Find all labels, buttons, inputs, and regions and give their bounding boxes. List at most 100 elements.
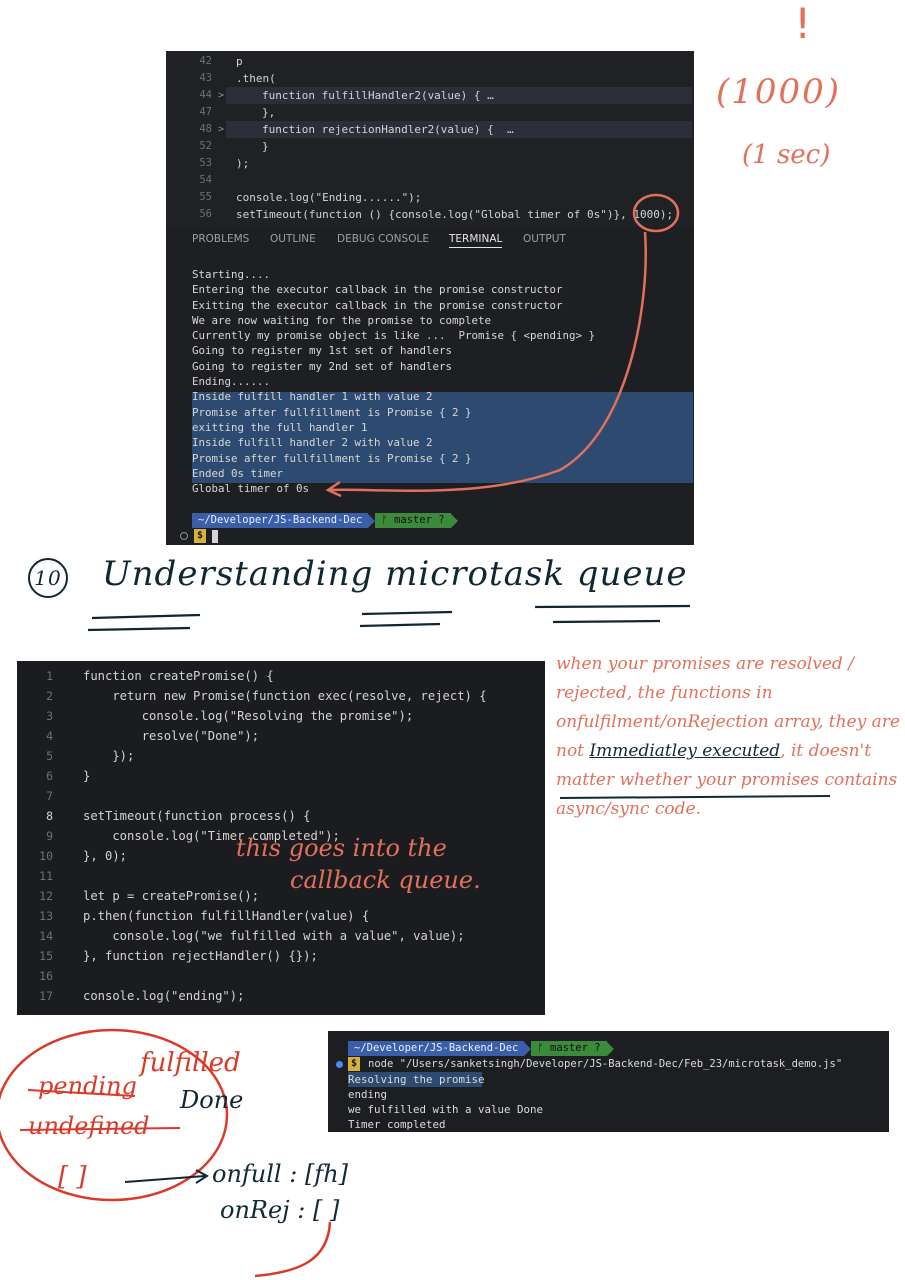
tab-terminal[interactable]: TERMINAL <box>449 233 503 248</box>
line-number: 44 <box>199 89 212 101</box>
panel-tabs: PROBLEMS OUTLINE DEBUG CONSOLE TERMINAL … <box>166 229 694 253</box>
command-line: $ node "/Users/sanketsingh/Developer/JS-… <box>336 1057 842 1071</box>
shell-input-line[interactable]: $ <box>180 528 219 544</box>
underline-mark <box>359 610 453 628</box>
annotation-onfull: onfull : [fh] <box>212 1160 349 1188</box>
annotation-side-note: when your promises are resolved / reject… <box>556 650 901 824</box>
terminal-output[interactable]: Starting.... Entering the executor callb… <box>192 267 694 496</box>
terminal-line: Promise after fullfillment is Promise { … <box>192 405 472 419</box>
line-number: 16 <box>39 969 53 983</box>
code-line: }, <box>262 106 276 119</box>
tab-problems[interactable]: PROBLEMS <box>192 233 249 245</box>
terminal-line: Entering the executor callback in the pr… <box>192 283 563 297</box>
code-line: console.log("Resolving the promise"); <box>83 709 414 723</box>
terminal-line: Going to register my 1st set of handlers <box>192 344 453 358</box>
line-number: 12 <box>39 889 53 903</box>
annotation-state: Done <box>180 1086 244 1114</box>
line-number: 55 <box>199 191 212 203</box>
section-number: 10 <box>28 558 68 598</box>
terminal-bottom[interactable]: ~/Developer/JS-Backend-Dec ᚠ master ? $ … <box>328 1031 889 1132</box>
terminal-line: exitting the full handler 1 <box>192 420 368 434</box>
annotation-onrej: onRej : [ ] <box>220 1196 340 1224</box>
shell-prompt: ~/Developer/JS-Backend-Dec ᚠ master ? <box>192 513 458 528</box>
terminal-line: Ending...... <box>192 375 271 389</box>
line-number: 52 <box>199 140 212 152</box>
prompt-separator-icon <box>450 513 458 528</box>
terminal-line: Currently my promise object is like ... … <box>192 329 596 343</box>
line-number: 11 <box>39 869 53 883</box>
code-line: } <box>262 140 269 153</box>
git-branch: ᚠ master ? <box>375 513 451 528</box>
annotation-state: pending <box>38 1072 137 1100</box>
line-number: 5 <box>46 749 53 763</box>
line-number: 15 <box>39 949 53 963</box>
tab-outline[interactable]: OUTLINE <box>270 233 316 245</box>
underline-mark <box>534 604 691 624</box>
code-line: function fulfillHandler2(value) { … <box>262 89 494 102</box>
terminal-line: Ended 0s timer <box>192 466 284 480</box>
code-line: } <box>83 769 91 783</box>
prompt-separator-icon <box>524 1041 532 1056</box>
annotation-state: fulfilled <box>140 1048 241 1078</box>
annotation-callback-note: callback queue. <box>290 866 481 894</box>
line-number: 14 <box>39 929 53 943</box>
line-number: 10 <box>39 849 53 863</box>
annotation-state: undefined <box>28 1112 150 1140</box>
line-number: 1 <box>46 669 53 683</box>
output-line: ending <box>348 1088 388 1101</box>
terminal-line: Starting.... <box>192 268 271 281</box>
terminal-line: Exitting the executor callback in the pr… <box>192 298 563 312</box>
code-line: p <box>236 55 243 68</box>
code-line: setTimeout(function process() { <box>83 809 311 823</box>
prompt-symbol: $ <box>348 1057 361 1071</box>
line-number: 13 <box>39 909 53 923</box>
annotation-ms: (1000) <box>716 72 842 112</box>
prompt-path: ~/Developer/JS-Backend-Dec <box>348 1041 525 1056</box>
line-number: 42 <box>199 55 212 67</box>
line-number: 6 <box>46 769 53 783</box>
tab-debug-console[interactable]: DEBUG CONSOLE <box>337 233 429 245</box>
arrow-mark <box>254 1221 332 1278</box>
code-line: }); <box>83 749 135 763</box>
prompt-separator-icon <box>606 1041 614 1056</box>
line-number: 9 <box>46 829 53 843</box>
terminal-line: Global timer of 0s <box>192 482 310 496</box>
output-line: we fulfilled with a value Done <box>348 1103 544 1116</box>
code-line: let p = createPromise(); <box>83 889 260 903</box>
annotation-callback-note: this goes into the <box>236 834 447 862</box>
terminal-line: Going to register my 2nd set of handlers <box>192 359 453 373</box>
command-text: node "/Users/sanketsingh/Developer/JS-Ba… <box>368 1058 843 1070</box>
line-number: 54 <box>199 174 212 186</box>
prompt-symbol: $ <box>194 529 207 543</box>
fold-chevron-icon[interactable]: > <box>218 121 224 138</box>
line-number: 3 <box>46 709 53 723</box>
code-line: console.log("Ending......"); <box>236 191 422 204</box>
tab-output[interactable]: OUTPUT <box>523 233 566 245</box>
fold-chevron-icon[interactable]: > <box>218 87 224 104</box>
vscode-window-top: 42 43 44 47 48 52 53 54 55 56 > > p .the… <box>166 51 694 545</box>
section-heading: 10 Understanding microtask queue <box>28 554 688 598</box>
code-line: console.log("ending"); <box>83 989 245 1003</box>
line-number: 8 <box>46 809 53 823</box>
line-number: 17 <box>39 989 53 1003</box>
code-line: }, function rejectHandler() {}); <box>83 949 318 963</box>
code-line: }, 0); <box>83 849 128 863</box>
line-number: 4 <box>46 729 53 743</box>
annotation-exclaim: ! <box>790 0 816 48</box>
prompt-path: ~/Developer/JS-Backend-Dec <box>192 513 369 528</box>
text-cursor <box>212 529 219 543</box>
code-line: .then( <box>236 72 276 85</box>
line-number: 7 <box>46 789 53 803</box>
status-dot-icon <box>336 1060 343 1068</box>
underline-mark <box>87 613 201 632</box>
section-title: Understanding microtask queue <box>102 554 688 594</box>
line-number: 47 <box>199 106 212 118</box>
code-line: function rejectionHandler2(value) { … <box>262 123 514 136</box>
arrow-mark <box>124 1169 209 1184</box>
line-number: 53 <box>199 157 212 169</box>
code-line: function createPromise() { <box>83 669 274 683</box>
shell-prompt: ~/Developer/JS-Backend-Dec ᚠ master ? <box>348 1041 614 1056</box>
git-branch: ᚠ master ? <box>531 1041 607 1056</box>
code-editor-top[interactable]: 42 43 44 47 48 52 53 54 55 56 > > p .the… <box>166 51 694 227</box>
terminal-line: Promise after fullfillment is Promise { … <box>192 451 472 465</box>
